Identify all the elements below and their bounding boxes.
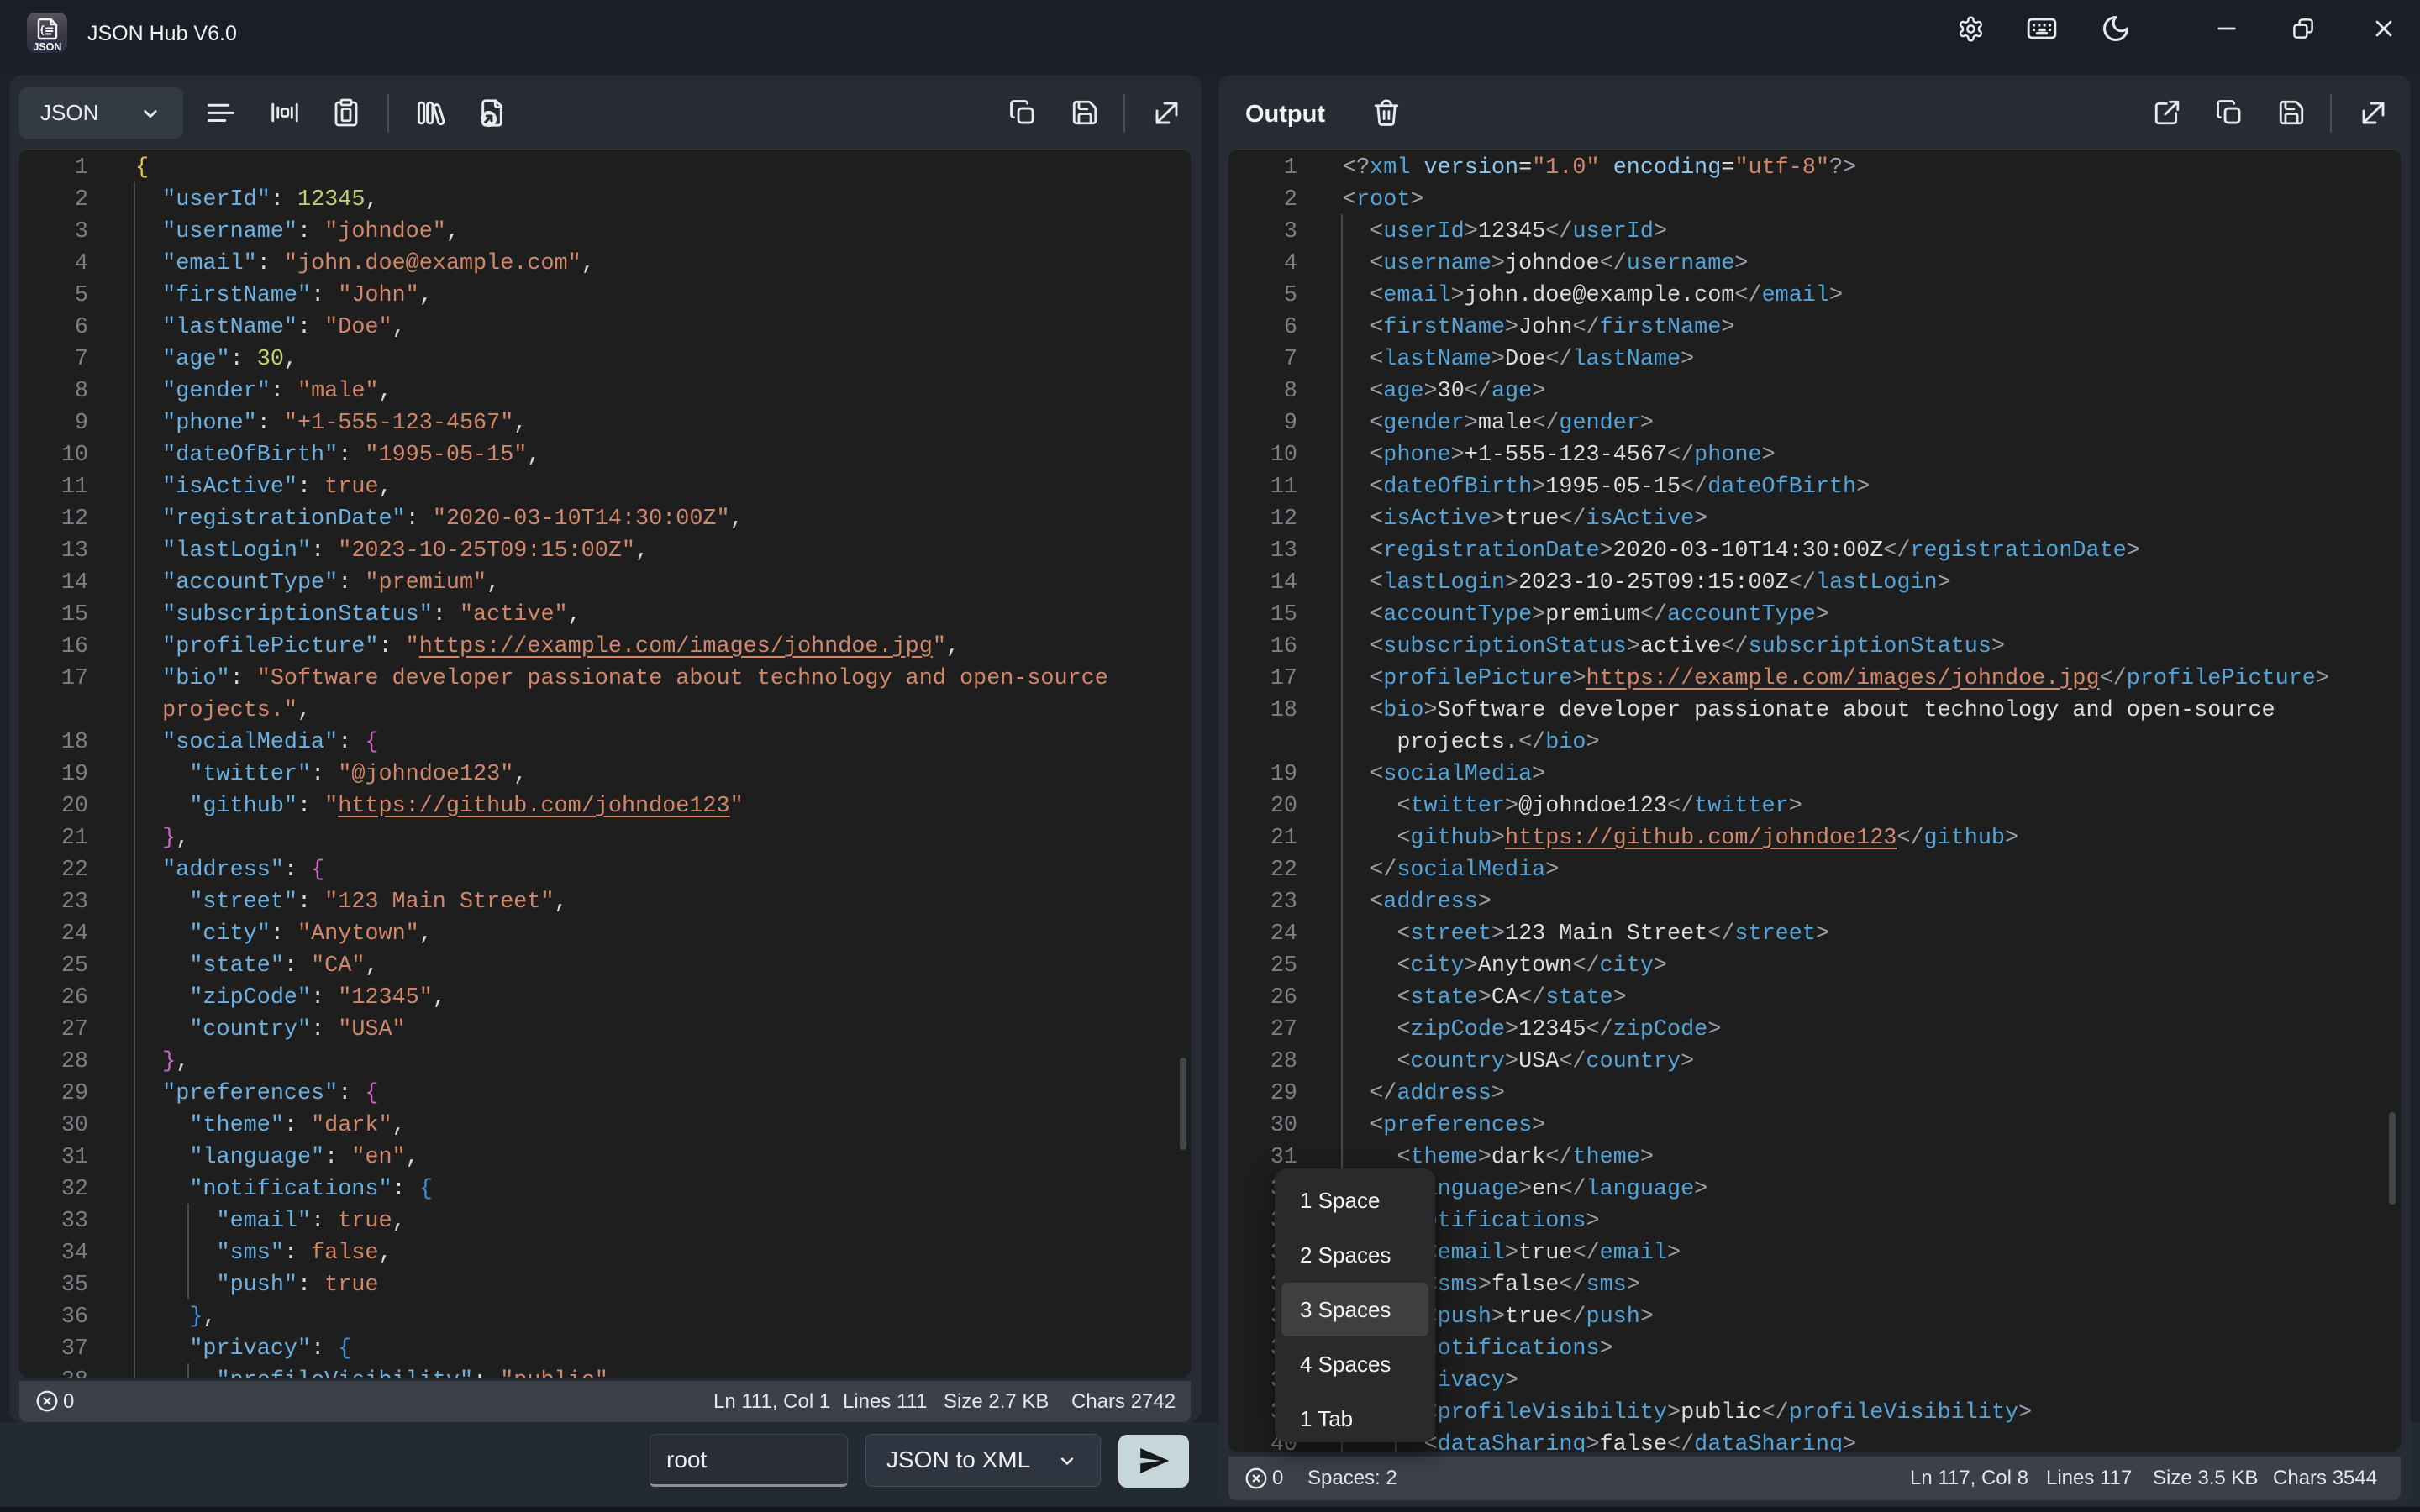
svg-text:JSON: JSON [33,41,61,53]
